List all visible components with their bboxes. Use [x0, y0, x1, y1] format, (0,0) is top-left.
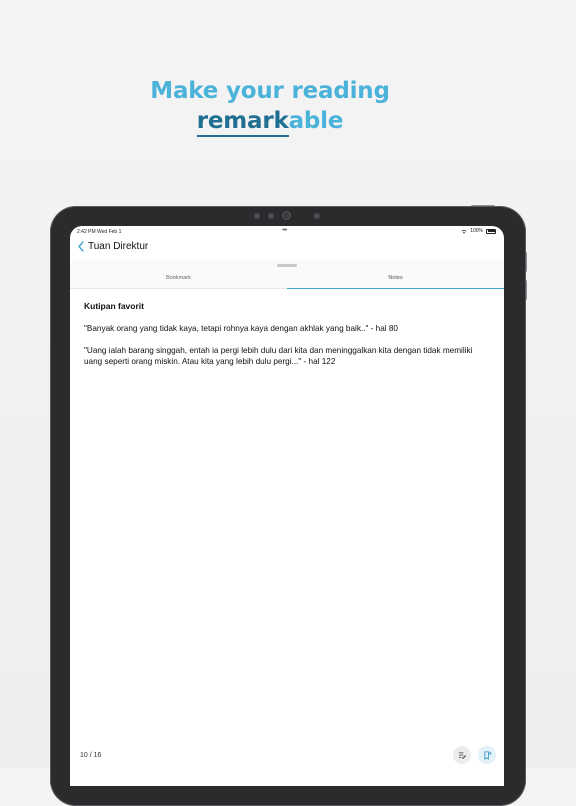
tab-bar: Bookmark Notes	[70, 270, 504, 289]
camera-lens	[282, 211, 291, 220]
note-quote: "Banyak orang yang tidak kaya, tetapi ro…	[84, 324, 398, 333]
book-title: Tuan Direktur	[88, 241, 149, 252]
status-right: 100%	[461, 228, 496, 234]
wifi-icon	[461, 229, 467, 234]
headline-line2: remarkable	[0, 106, 540, 137]
sensor-dot	[254, 213, 260, 219]
bookmark-add-icon	[483, 750, 492, 760]
app-screen: 2:42 PM Wed Feb 1 ••• 100% Tuan Direktur…	[70, 226, 504, 786]
battery-icon	[486, 228, 496, 234]
add-bookmark-button[interactable]	[478, 746, 496, 764]
chevron-left-icon	[78, 241, 84, 252]
camera-bar	[252, 211, 332, 221]
multitasking-dots[interactable]: •••	[282, 227, 287, 234]
sheet-grabber[interactable]	[277, 264, 297, 267]
promo-headline: Make your reading remarkable	[0, 76, 540, 137]
status-bar: 2:42 PM Wed Feb 1 ••• 100%	[70, 226, 504, 238]
tab-bookmark[interactable]: Bookmark	[70, 270, 287, 288]
page-indicator: 10 / 16	[80, 752, 102, 759]
sensor-dot	[268, 213, 274, 219]
headline-line1: Make your reading	[150, 78, 390, 104]
note-title: Kutipan favorit	[84, 301, 144, 311]
bottom-sheet: Bookmark Notes Kutipan favorit "Banyak o…	[70, 260, 504, 786]
notes-panel[interactable]: Kutipan favorit "Banyak orang yang tidak…	[70, 289, 504, 786]
edit-notes-icon	[458, 751, 466, 759]
headline-highlight: remark	[196, 108, 289, 137]
sensor-dot	[314, 213, 320, 219]
edit-notes-button[interactable]	[453, 746, 471, 764]
note-quote: "Uang ialah barang singgah, entah ia per…	[84, 346, 473, 366]
headline-suffix: able	[288, 108, 344, 134]
tab-notes[interactable]: Notes	[287, 270, 504, 289]
back-button[interactable]: Tuan Direktur	[78, 241, 148, 252]
status-time: 2:42 PM Wed Feb 1	[77, 229, 122, 235]
battery-percent: 100%	[470, 228, 483, 234]
